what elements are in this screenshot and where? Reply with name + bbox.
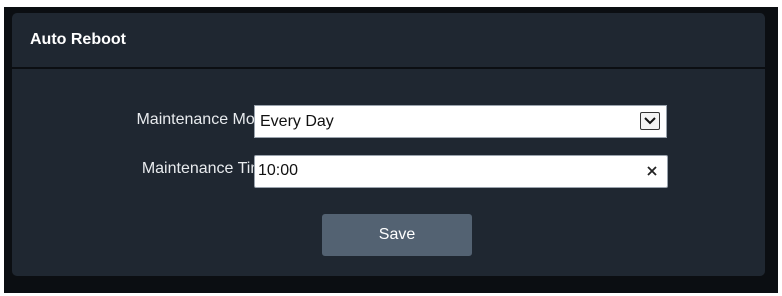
maintenance-time-input[interactable]: 10:00 — [254, 155, 668, 188]
chevron-down-icon[interactable] — [640, 112, 660, 130]
close-icon[interactable] — [645, 164, 659, 178]
save-button[interactable]: Save — [322, 214, 472, 256]
panel-header: Auto Reboot — [12, 13, 765, 69]
maintenance-time-value: 10:00 — [258, 162, 299, 179]
maintenance-mode-select[interactable]: Every Day — [254, 105, 667, 138]
maintenance-mode-value: Every Day — [260, 113, 334, 130]
panel-title: Auto Reboot — [30, 31, 126, 48]
